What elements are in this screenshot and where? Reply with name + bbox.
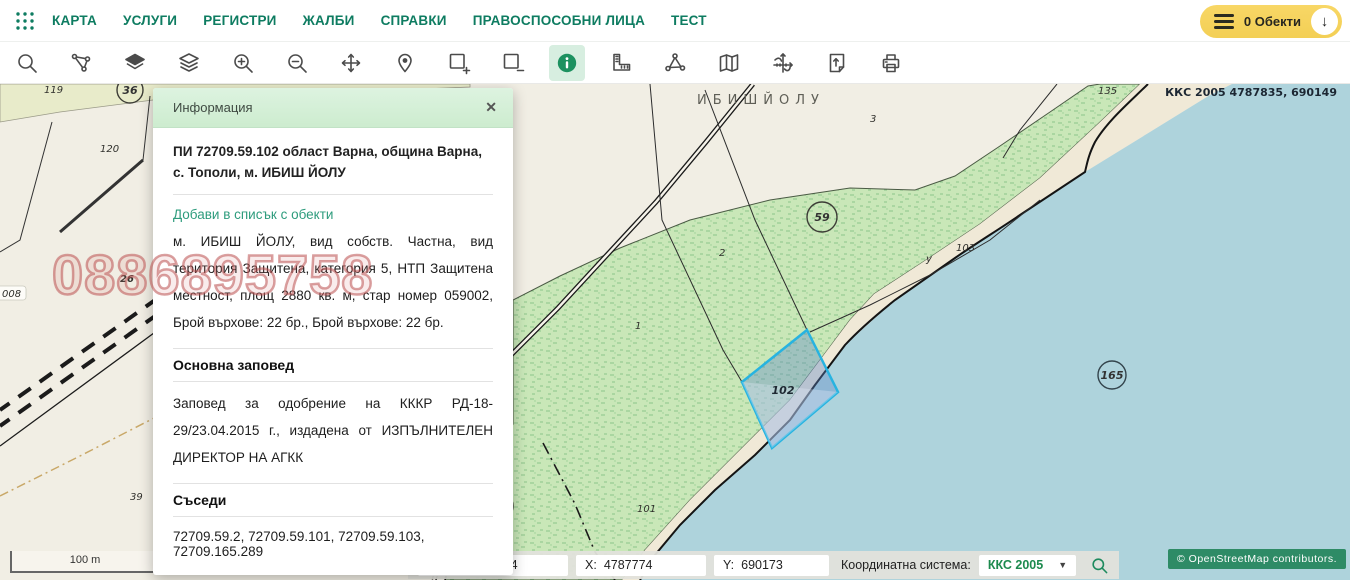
- nav-item-zhalbi[interactable]: ЖАЛБИ: [303, 13, 355, 28]
- info-popup-header: Информация ✕: [153, 88, 513, 128]
- parcel-label: 120: [100, 144, 119, 155]
- tool-layers-filled-button[interactable]: [117, 45, 153, 81]
- top-navbar: КАРТА УСЛУГИ РЕГИСТРИ ЖАЛБИ СПРАВКИ ПРАВ…: [0, 0, 1350, 42]
- search-icon: [15, 51, 39, 75]
- parcel-label: 101: [637, 504, 656, 515]
- selected-parcel-label: 102: [772, 384, 795, 397]
- x-coordinate-field[interactable]: X: 4787774: [576, 555, 706, 576]
- map-toolbar: [0, 42, 1350, 84]
- nav-item-spravki[interactable]: СПРАВКИ: [381, 13, 447, 28]
- tool-polygon-measure-button[interactable]: [657, 45, 693, 81]
- tool-select-rect-add-button[interactable]: [441, 45, 477, 81]
- tool-measure-button[interactable]: [603, 45, 639, 81]
- chevron-down-icon: ▼: [1058, 560, 1067, 570]
- tool-pan-button[interactable]: [333, 45, 369, 81]
- nav-item-registri[interactable]: РЕГИСТРИ: [203, 13, 276, 28]
- neighbors-section-title: Съседи: [173, 483, 493, 517]
- location-pin-icon: [393, 51, 417, 75]
- tool-export-button[interactable]: [819, 45, 855, 81]
- parcel-label: 1: [635, 321, 641, 332]
- osm-attribution: © OpenStreetMap contributors.: [1168, 549, 1346, 569]
- y-label: Y:: [723, 558, 734, 572]
- svg-text:165: 165: [1101, 369, 1124, 382]
- map-scale-bar: 100 m: [10, 551, 160, 573]
- parcel-label: у: [925, 254, 933, 265]
- parcel-label: 135: [1098, 86, 1117, 97]
- crs-label: Координатна система:: [841, 558, 971, 572]
- objects-expand-button[interactable]: ↓: [1311, 8, 1338, 35]
- tool-location-pin-button[interactable]: [387, 45, 423, 81]
- order-section-title: Основна заповед: [173, 348, 493, 382]
- parcel-label: 119: [44, 85, 63, 96]
- layers-outline-icon: [177, 51, 201, 75]
- svg-text:36: 36: [122, 84, 138, 97]
- nav-item-karta[interactable]: КАРТА: [52, 13, 97, 28]
- crs-value: ККС 2005: [988, 558, 1043, 572]
- svg-text:59: 59: [814, 211, 830, 224]
- map-sheets-icon: [717, 51, 741, 75]
- search-icon: [1090, 556, 1109, 575]
- info-popup: Информация ✕ ПИ 72709.59.102 област Варн…: [153, 88, 513, 575]
- tool-select-rect-remove-button[interactable]: [495, 45, 531, 81]
- nav-item-pravosposobni-litsa[interactable]: ПРАВОСПОСОБНИ ЛИЦА: [473, 13, 645, 28]
- pan-icon: [339, 51, 363, 75]
- print-icon: [879, 51, 903, 75]
- cursor-coordinates-readout: ККС 2005 4787835, 690149: [1165, 86, 1337, 99]
- parcel-label: 3: [870, 114, 876, 125]
- parcel-label: 39: [130, 492, 143, 503]
- neighbors-list: 72709.59.2, 72709.59.101, 72709.59.103, …: [173, 529, 493, 559]
- statusbar-search-button[interactable]: [1090, 556, 1109, 575]
- svg-text:008: 008: [2, 289, 21, 300]
- select-rect-remove-icon: [501, 51, 525, 75]
- info-popup-body: ПИ 72709.59.102 област Варна, община Вар…: [153, 128, 513, 575]
- y-value: 690173: [741, 558, 783, 572]
- tool-select-features-button[interactable]: [63, 45, 99, 81]
- zoom-out-icon: [285, 51, 309, 75]
- zoom-in-icon: [231, 51, 255, 75]
- hamburger-icon: [1214, 14, 1234, 29]
- locality-label: ИБИШЙОЛУ: [697, 92, 825, 108]
- tool-print-button[interactable]: [873, 45, 909, 81]
- transform-coordinates-icon: [771, 51, 795, 75]
- tool-info-button[interactable]: [549, 45, 585, 81]
- popup-title: Информация: [173, 100, 481, 115]
- objects-list-button[interactable]: 0 Обекти ↓: [1200, 5, 1342, 38]
- parcel-label: 103: [956, 243, 975, 254]
- app-grid-icon[interactable]: [14, 10, 36, 32]
- measure-ruler-icon: [609, 51, 633, 75]
- select-rect-add-icon: [447, 51, 471, 75]
- x-label: X:: [585, 558, 597, 572]
- x-value: 4787774: [604, 558, 653, 572]
- tool-map-sheets-button[interactable]: [711, 45, 747, 81]
- parcel-label: 2: [719, 248, 725, 259]
- map-statusbar: Мащаб 1: 2134 X: 4787774 Y: 690173 Коорд…: [408, 551, 1119, 579]
- y-coordinate-field[interactable]: Y: 690173: [714, 555, 829, 576]
- parcel-title: ПИ 72709.59.102 област Варна, община Вар…: [173, 142, 493, 195]
- export-page-icon: [825, 51, 849, 75]
- select-features-icon: [69, 51, 93, 75]
- add-to-objects-link[interactable]: Добави в списък с обекти: [173, 207, 493, 222]
- order-text: Заповед за одобрение на КККР РД-18-29/23…: [173, 390, 493, 471]
- parcel-description: м. ИБИШ ЙОЛУ, вид собств. Частна, вид те…: [173, 228, 493, 336]
- tool-layers-outline-button[interactable]: [171, 45, 207, 81]
- parcel-badge-008: 008: [0, 286, 26, 300]
- close-icon[interactable]: ✕: [481, 97, 501, 118]
- tool-transform-coordinates-button[interactable]: [765, 45, 801, 81]
- parcel-label: 26: [120, 274, 134, 285]
- nav-item-test[interactable]: ТЕСТ: [671, 13, 707, 28]
- crs-dropdown[interactable]: ККС 2005 ▼: [979, 555, 1076, 576]
- info-icon: [555, 51, 579, 75]
- objects-count-label: 0 Обекти: [1244, 14, 1301, 29]
- layers-filled-icon: [123, 51, 147, 75]
- tool-zoom-out-button[interactable]: [279, 45, 315, 81]
- tool-search-button[interactable]: [9, 45, 45, 81]
- polygon-measure-icon: [663, 51, 687, 75]
- tool-zoom-in-button[interactable]: [225, 45, 261, 81]
- nav-item-uslugi[interactable]: УСЛУГИ: [123, 13, 177, 28]
- cadastral-map-app: 102 119 120 26 008 3 135 2 у 103 1 101 3…: [0, 0, 1350, 580]
